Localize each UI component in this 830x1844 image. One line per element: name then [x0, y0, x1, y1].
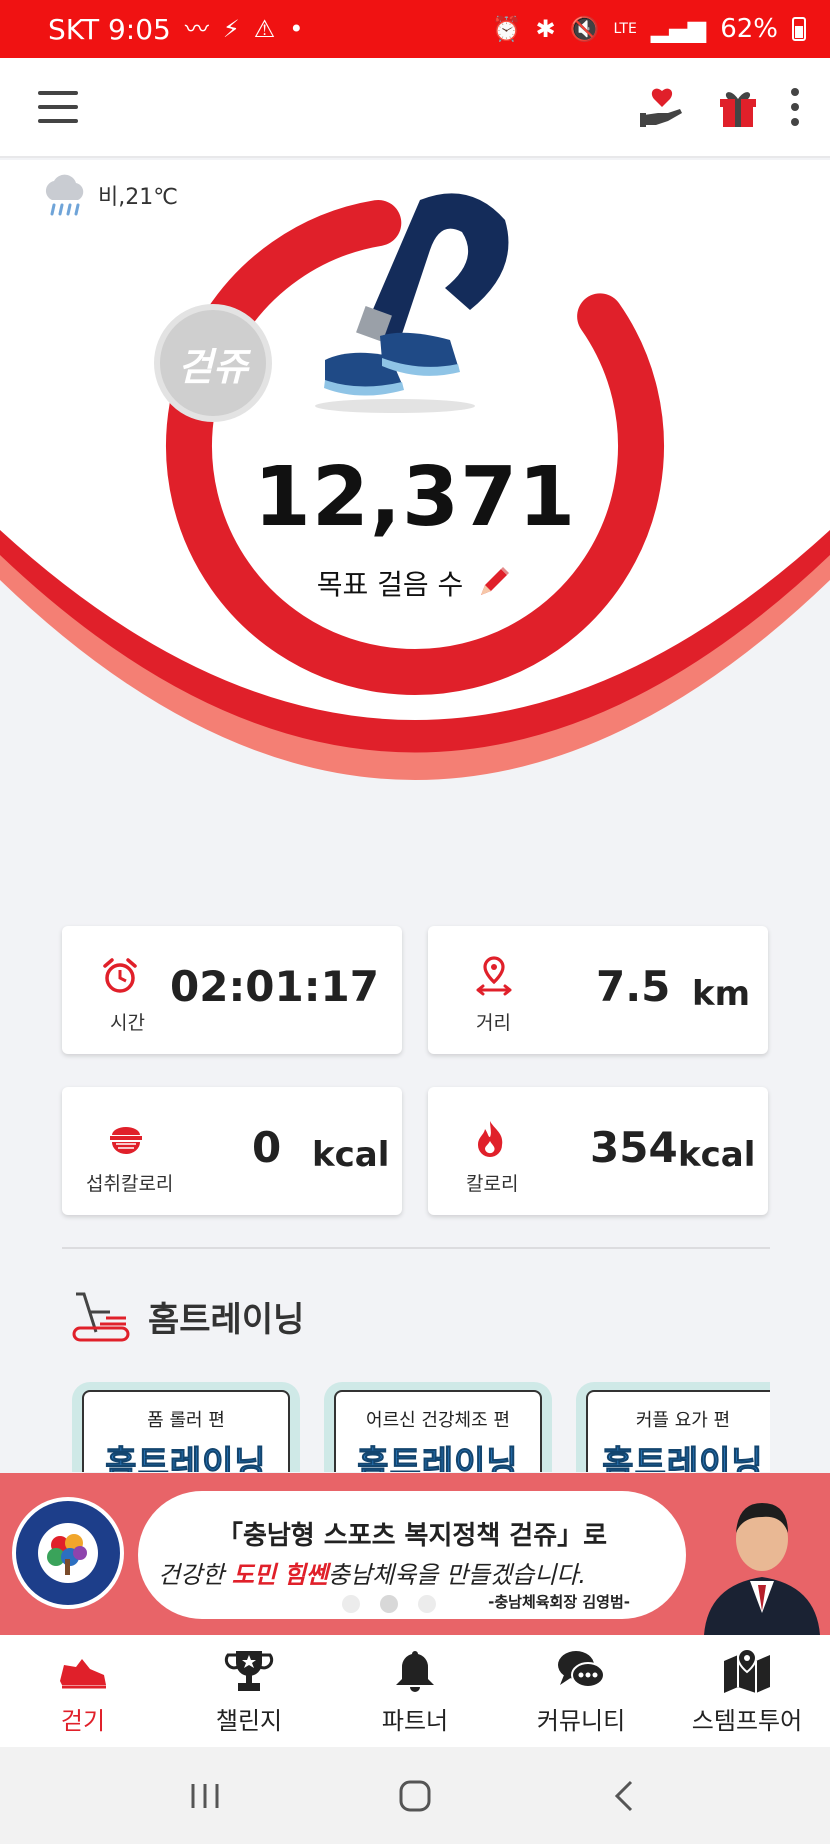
distance-label: 거리	[476, 1012, 511, 1034]
carrier-time: SKT 9:05	[48, 12, 171, 46]
training-card-title: 홈트레이닝	[105, 1444, 267, 1473]
dot-icon: •	[289, 15, 304, 43]
banner-slogan: 건강한 도민 힘쎈충남체육을 만들겠습니다.	[158, 1561, 586, 1589]
gift-icon[interactable]	[716, 85, 760, 129]
shoe-notification-icon: ⚡	[222, 15, 240, 43]
rice-bowl-icon	[110, 1127, 142, 1154]
training-card-label: 폼 롤러 편	[147, 1410, 225, 1431]
trophy-icon	[224, 1650, 274, 1691]
nav-walk[interactable]: 걷기	[0, 1635, 166, 1747]
chat-bubbles-icon	[558, 1650, 605, 1688]
training-card-label: 커플 요가 편	[635, 1410, 731, 1431]
training-card-title: 홈트레이닝	[602, 1444, 764, 1473]
promo-banner[interactable]: 「충남형 스포츠 복지정책 걷쥬」로 건강한 도민 힘쎈충남체육을 만들겠습니다…	[0, 1473, 830, 1635]
rain-cloud-icon	[45, 174, 84, 216]
gujyu-badge[interactable]: 걷쥬	[154, 304, 272, 422]
intake-calorie-card: 섭취칼로리 0 kcal	[62, 1087, 402, 1215]
location-distance-icon	[476, 956, 512, 996]
recent-apps-icon[interactable]	[185, 1778, 225, 1814]
alarm-icon: ⏰	[491, 15, 522, 43]
burned-calorie-unit: kcal	[678, 1135, 756, 1175]
step-count: 12,371	[253, 450, 577, 545]
nav-partner[interactable]: 파트너	[332, 1635, 498, 1747]
system-navigation-bar	[0, 1747, 830, 1844]
burned-calorie-value: 354	[590, 1123, 678, 1172]
status-bar: SKT 9:05 〰 ⚡ ⚠ • ⏰ ✱ 🔇 LTE ▂▄▆ 62%	[0, 0, 830, 58]
intake-calorie-label: 섭취칼로리	[86, 1173, 174, 1195]
training-card-foam-roller[interactable]: 폼 롤러 편 홈트레이닝	[72, 1382, 300, 1472]
sneaker-icon	[60, 1658, 106, 1688]
goal-label: 목표 걸음 수	[316, 568, 464, 601]
nav-community[interactable]: 커뮤니티	[498, 1635, 664, 1747]
warning-icon: ⚠	[253, 15, 276, 43]
battery-icon	[792, 17, 806, 41]
section-divider	[62, 1247, 770, 1249]
distance-value: 7.5	[596, 962, 671, 1011]
goal-steps-button[interactable]: 목표 걸음 수	[0, 563, 830, 603]
training-card-title: 홈트레이닝	[357, 1444, 519, 1473]
banner-dot[interactable]	[342, 1595, 360, 1613]
step-hero: 비,21℃ 걷쥬 12,371 목표 걸음 수	[0, 160, 830, 880]
bottom-navigation: 걷기 챌린지 파트너 커뮤니티 스템프투어	[0, 1635, 830, 1747]
signal-icon: ▂▄▆	[650, 15, 707, 43]
banner-dot-active[interactable]	[380, 1595, 398, 1613]
nav-community-label: 커뮤니티	[536, 1706, 626, 1735]
nav-partner-label: 파트너	[381, 1706, 449, 1735]
council-president-photo	[694, 1473, 830, 1635]
pencil-icon	[481, 567, 510, 595]
home-training-title: 홈트레이닝	[148, 1299, 305, 1340]
nav-challenge[interactable]: 챌린지	[166, 1635, 332, 1747]
time-card: 시간 02:01:17	[62, 926, 402, 1054]
nav-challenge-label: 챌린지	[215, 1706, 283, 1735]
back-icon[interactable]	[605, 1776, 645, 1816]
donation-hand-icon[interactable]	[638, 85, 686, 129]
network-type: LTE	[613, 21, 637, 37]
bell-icon	[396, 1650, 434, 1692]
nav-stamp-tour[interactable]: 스템프투어	[664, 1635, 830, 1747]
bluetooth-icon: ✱	[535, 15, 556, 43]
home-icon[interactable]	[395, 1776, 435, 1816]
training-card-senior-exercise[interactable]: 어르신 건강체조 편 홈트레이닝	[324, 1382, 552, 1472]
more-options-icon[interactable]	[790, 88, 800, 126]
weather-text: 비,21℃	[98, 185, 178, 210]
weather-widget: 비,21℃	[40, 172, 178, 218]
banner-signature: -충남체육회장 김영범-	[488, 1593, 630, 1611]
nav-walk-label: 걷기	[60, 1706, 106, 1735]
banner-pagination[interactable]	[342, 1595, 436, 1613]
intake-calorie-unit: kcal	[312, 1135, 390, 1175]
banner-dot[interactable]	[418, 1595, 436, 1613]
time-label: 시간	[110, 1012, 145, 1034]
mute-icon: 🔇	[569, 15, 600, 43]
training-card-label: 어르신 건강체조 편	[366, 1410, 510, 1431]
menu-icon[interactable]	[38, 91, 78, 123]
treadmill-icon	[72, 1292, 130, 1342]
burned-calorie-label: 칼로리	[466, 1173, 519, 1195]
training-card-couple-yoga[interactable]: 커플 요가 편 홈트레이닝	[576, 1382, 770, 1472]
flame-icon	[478, 1121, 503, 1157]
map-pin-icon	[724, 1647, 770, 1693]
alarm-clock-icon	[103, 958, 137, 993]
notification-icon: 〰	[184, 15, 209, 43]
banner-headline: 「충남형 스포츠 복지정책 걷쥬」로	[216, 1521, 608, 1551]
chungnam-sports-council-logo	[12, 1497, 124, 1609]
nav-stamp-tour-label: 스템프투어	[691, 1706, 803, 1735]
battery-percent: 62%	[720, 14, 778, 44]
burned-calorie-card: 칼로리 354 kcal	[428, 1087, 768, 1215]
distance-unit: km	[692, 974, 751, 1014]
intake-calorie-value: 0	[252, 1123, 282, 1172]
time-value: 02:01:17	[170, 962, 379, 1011]
home-training-header: 홈트레이닝	[70, 1288, 304, 1344]
app-header	[0, 58, 830, 158]
distance-card: 거리 7.5 km	[428, 926, 768, 1054]
